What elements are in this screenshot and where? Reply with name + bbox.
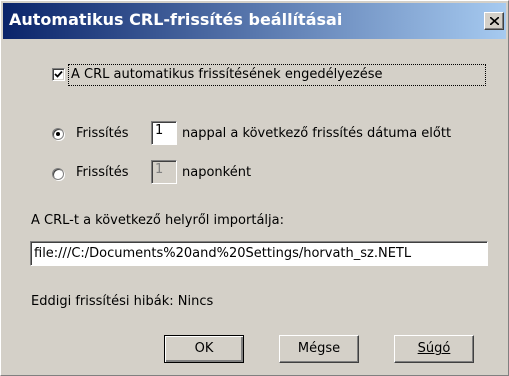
title-bar[interactable]: Automatikus CRL-frissítés beállításai [3, 3, 506, 39]
update-every-suffix: naponként [182, 165, 252, 180]
checkmark-icon [54, 70, 63, 78]
import-location-input[interactable]: file:///C:/Documents%20and%20Settings/ho… [30, 241, 488, 266]
update-errors-status: Eddigi frissítési hibák: Nincs [31, 294, 214, 309]
update-before-label[interactable]: Frissítés [76, 126, 129, 141]
update-every-label[interactable]: Frissítés [76, 165, 129, 180]
auto-update-checkbox[interactable] [52, 68, 65, 81]
cancel-button[interactable]: Mégse [279, 335, 359, 363]
import-location-label: A CRL-t a következő helyről importálja: [31, 213, 284, 228]
update-before-suffix: nappal a következő frissítés dátuma előt… [182, 126, 452, 141]
days-every-input: 1 [151, 160, 177, 184]
close-icon [490, 17, 499, 25]
update-before-radio[interactable] [52, 128, 64, 140]
close-button[interactable] [484, 12, 504, 30]
help-button[interactable]: Súgó [394, 335, 474, 363]
radio-selected-dot [56, 132, 60, 136]
update-every-radio[interactable] [52, 168, 64, 180]
crl-settings-dialog: Automatikus CRL-frissítés beállításai A … [0, 0, 509, 376]
days-before-input[interactable]: 1 [151, 121, 177, 145]
auto-update-label[interactable]: A CRL automatikus frissítésének engedély… [71, 67, 382, 82]
ok-button[interactable]: OK [164, 335, 244, 363]
window-title: Automatikus CRL-frissítés beállításai [9, 10, 343, 29]
